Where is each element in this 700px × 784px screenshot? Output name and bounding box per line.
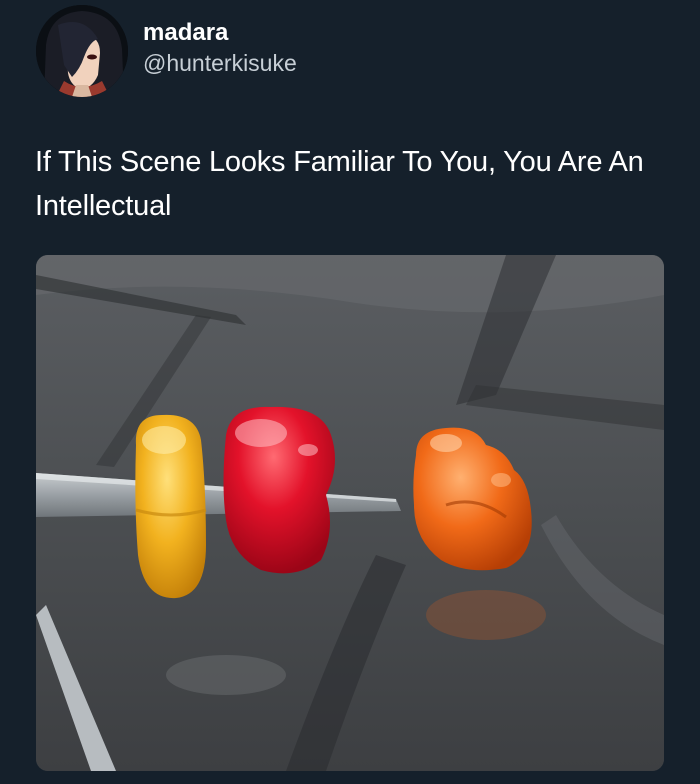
anime-character-avatar-icon [36,5,128,97]
tweet-card: madara @hunterkisuke If This Scene Looks… [0,0,700,784]
author-block: madara @hunterkisuke [143,18,297,78]
tweet-text: If This Scene Looks Familiar To You, You… [35,146,644,222]
avatar[interactable] [36,5,128,97]
gummy-bears-on-scissors-photo-icon [36,255,664,771]
display-name[interactable]: madara [143,18,297,48]
tweet-media-photo[interactable] [36,255,664,771]
user-handle[interactable]: @hunterkisuke [143,48,297,78]
